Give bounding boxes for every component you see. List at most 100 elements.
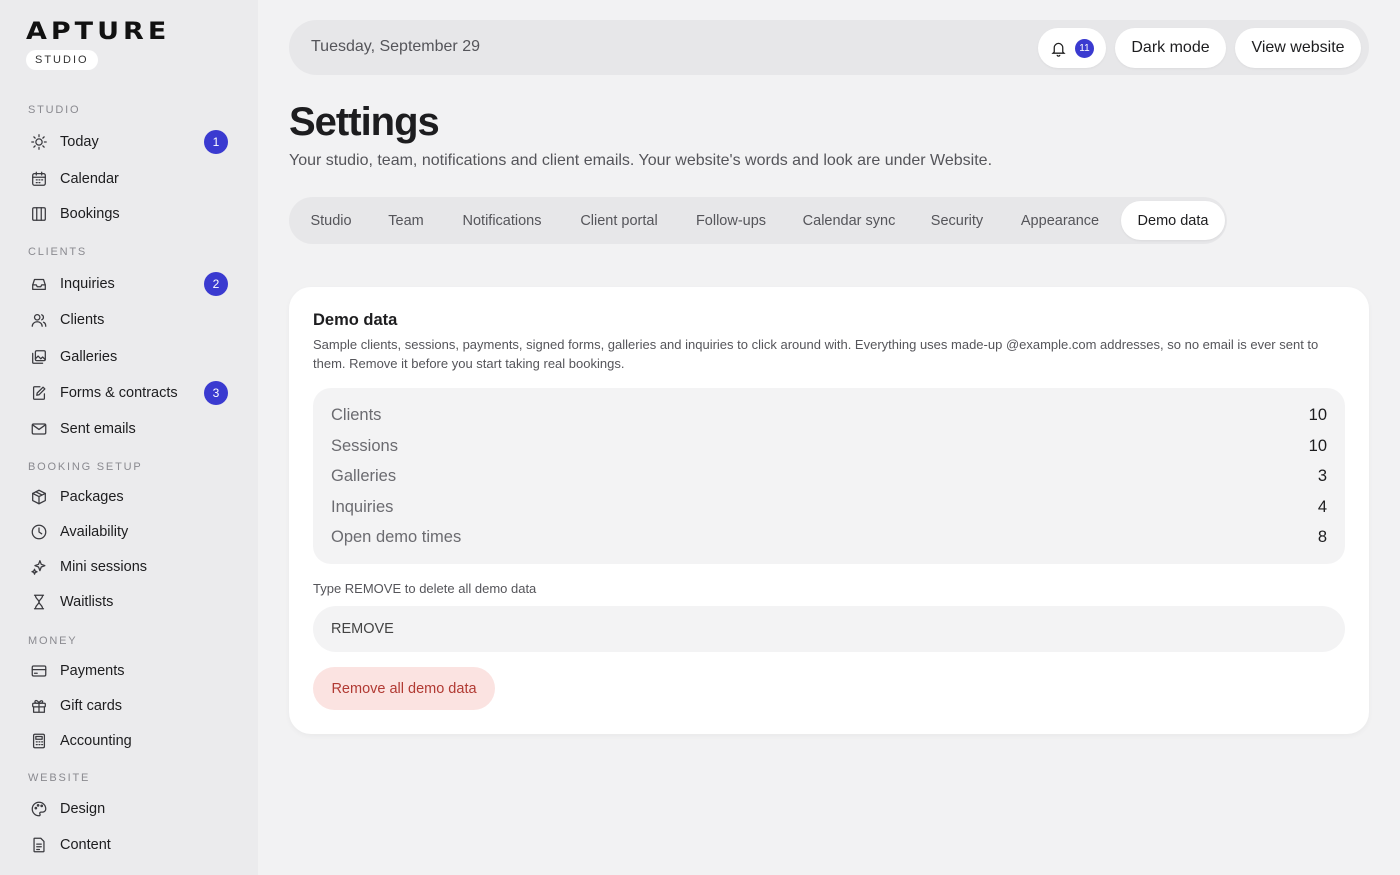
section-label-clients: CLIENTS: [28, 246, 88, 258]
sidebar-item-availability[interactable]: Availability: [28, 518, 228, 546]
dark-mode-button[interactable]: Dark mode: [1115, 28, 1226, 68]
sidebar-item-label: Mini sessions: [60, 559, 148, 575]
tab-appearance[interactable]: Appearance: [1005, 201, 1115, 240]
inbox-icon: [28, 273, 50, 295]
palette-icon: [28, 798, 50, 820]
stat-label: Inquiries: [331, 497, 394, 516]
sidebar-item-sent-emails[interactable]: Sent emails: [28, 415, 228, 443]
count-badge: 2: [204, 272, 228, 296]
stat-row-inquiries: Inquiries 4: [331, 495, 1327, 519]
tab-demo-data[interactable]: Demo data: [1121, 201, 1225, 240]
sidebar-item-label: Sent emails: [60, 421, 136, 437]
sidebar-item-label: Bookings: [60, 206, 120, 222]
tab-notifications[interactable]: Notifications: [447, 201, 557, 240]
notification-count-badge: 11: [1075, 38, 1094, 58]
images-icon: [28, 346, 50, 368]
tab-team[interactable]: Team: [373, 201, 439, 240]
remove-demo-data-button[interactable]: Remove all demo data: [313, 667, 495, 710]
stat-row-sessions: Sessions 10: [331, 434, 1327, 458]
brand-logo[interactable]: APTURE: [26, 19, 170, 43]
mail-icon: [28, 418, 50, 440]
page-subtitle: Your studio, team, notifications and cli…: [289, 152, 993, 169]
stat-value: 10: [1308, 436, 1327, 455]
settings-tabs: Studio Team Notifications Client portal …: [289, 197, 1227, 244]
calendar-icon: [28, 168, 50, 190]
section-label-money: MONEY: [28, 635, 78, 647]
gift-icon: [28, 695, 50, 717]
view-website-button[interactable]: View website: [1235, 28, 1361, 68]
sidebar-item-label: Clients: [60, 312, 105, 328]
stat-label: Sessions: [331, 436, 398, 455]
sidebar-item-calendar[interactable]: Calendar: [28, 165, 228, 193]
brand: APTURE STUDIO: [26, 19, 170, 70]
sidebar-item-design[interactable]: Design: [28, 795, 228, 823]
section-label-booking-setup: BOOKING SETUP: [28, 461, 143, 473]
sidebar-item-bookings[interactable]: Bookings: [28, 200, 228, 228]
stat-row-open-demo-times: Open demo times 8: [331, 525, 1327, 549]
stat-value: 10: [1308, 405, 1327, 424]
confirm-label: Type REMOVE to delete all demo data: [313, 581, 537, 596]
tab-security[interactable]: Security: [917, 201, 997, 240]
tab-calendar-sync[interactable]: Calendar sync: [789, 201, 909, 240]
sidebar-item-label: Forms & contracts: [60, 385, 178, 401]
stat-value: 4: [1317, 497, 1327, 516]
stat-row-clients: Clients 10: [331, 403, 1327, 427]
sidebar-item-label: Payments: [60, 663, 125, 679]
section-label-website: WEBSITE: [28, 772, 91, 784]
sidebar-item-waitlists[interactable]: Waitlists: [28, 588, 228, 616]
sidebar-item-label: Galleries: [60, 349, 118, 365]
sidebar-item-label: Accounting: [60, 733, 132, 749]
sidebar-item-mini-sessions[interactable]: Mini sessions: [28, 553, 228, 581]
stat-value: 3: [1317, 466, 1327, 485]
notifications-button[interactable]: 11: [1038, 28, 1106, 68]
stat-label: Open demo times: [331, 527, 462, 546]
sidebar-item-content[interactable]: Content: [28, 831, 228, 859]
sidebar-item-inquiries[interactable]: Inquiries 2: [28, 270, 228, 298]
sidebar-item-forms-contracts[interactable]: Forms & contracts 3: [28, 379, 228, 407]
tab-client-portal[interactable]: Client portal: [566, 201, 672, 240]
sidebar-item-payments[interactable]: Payments: [28, 657, 228, 685]
document-icon: [28, 834, 50, 856]
current-date: Tuesday, September 29: [311, 38, 480, 55]
sidebar-item-label: Calendar: [60, 171, 119, 187]
top-bar: Tuesday, September 29 11 Dark mode View …: [289, 20, 1369, 75]
sidebar-item-galleries[interactable]: Galleries: [28, 343, 228, 371]
tab-studio[interactable]: Studio: [295, 201, 367, 240]
sparkles-icon: [28, 556, 50, 578]
sidebar-item-label: Content: [60, 837, 111, 853]
sidebar-item-label: Waitlists: [60, 594, 114, 610]
count-badge: 3: [204, 381, 228, 405]
stat-label: Clients: [331, 405, 382, 424]
section-label-studio: STUDIO: [28, 104, 81, 116]
stat-label: Galleries: [331, 466, 397, 485]
card-title: Demo data: [313, 311, 398, 329]
sidebar: APTURE STUDIO STUDIO Today 1 Calendar Bo…: [0, 0, 258, 875]
sidebar-item-label: Gift cards: [60, 698, 123, 714]
card-description: Sample clients, sessions, payments, sign…: [313, 337, 1319, 371]
users-icon: [28, 309, 50, 331]
bell-icon: [1050, 40, 1067, 57]
demo-stats-list: Clients 10 Sessions 10 Galleries 3 Inqui…: [313, 388, 1345, 564]
sidebar-item-label: Availability: [60, 524, 129, 540]
demo-data-card: Demo data Sample clients, sessions, paym…: [289, 287, 1369, 734]
sidebar-item-clients[interactable]: Clients: [28, 306, 228, 334]
sidebar-item-packages[interactable]: Packages: [28, 483, 228, 511]
stat-row-galleries: Galleries 3: [331, 464, 1327, 488]
sidebar-item-label: Today: [60, 134, 99, 150]
page-title: Settings: [289, 100, 440, 144]
confirm-remove-input[interactable]: [313, 606, 1345, 652]
sidebar-item-gift-cards[interactable]: Gift cards: [28, 692, 228, 720]
tab-follow-ups[interactable]: Follow-ups: [682, 201, 780, 240]
sidebar-item-label: Inquiries: [60, 276, 115, 292]
stat-value: 8: [1317, 527, 1327, 546]
sidebar-item-accounting[interactable]: Accounting: [28, 727, 228, 755]
sidebar-item-today[interactable]: Today 1: [28, 128, 228, 156]
columns-icon: [28, 203, 50, 225]
sidebar-item-label: Packages: [60, 489, 124, 505]
sun-icon: [28, 131, 50, 153]
clock-icon: [28, 521, 50, 543]
pen-document-icon: [28, 382, 50, 404]
credit-card-icon: [28, 660, 50, 682]
count-badge: 1: [204, 130, 228, 154]
package-icon: [28, 486, 50, 508]
